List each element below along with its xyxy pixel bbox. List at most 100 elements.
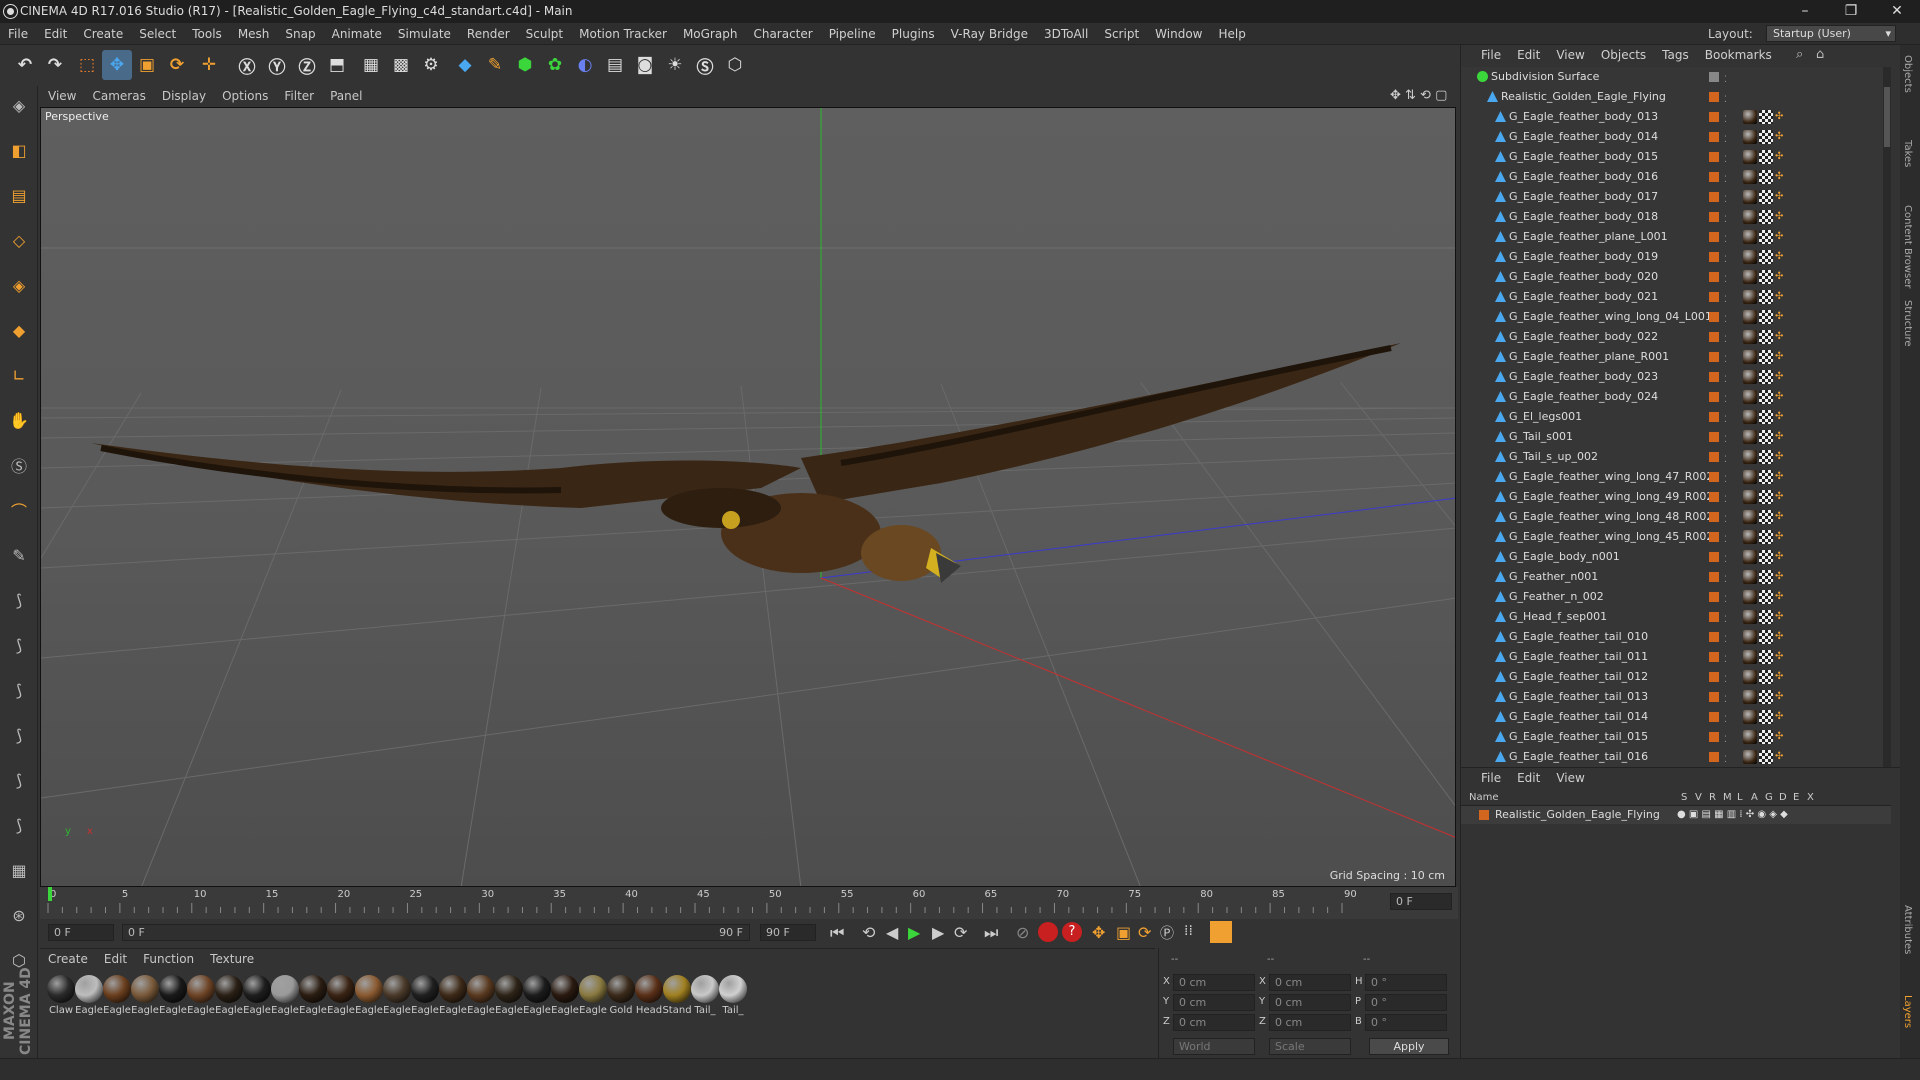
grid-lock-icon[interactable]: ▦ (4, 855, 34, 885)
layer-color-swatch[interactable] (1709, 352, 1719, 362)
layer-color-swatch[interactable] (1709, 572, 1719, 582)
menu-motion-tracker[interactable]: Motion Tracker (571, 23, 675, 45)
uvw-tag-icon[interactable] (1759, 550, 1773, 564)
viewport-menu-panel[interactable]: Panel (322, 86, 370, 106)
material-tag-icon[interactable] (1743, 110, 1757, 124)
cube-icon[interactable]: ◆ (450, 50, 480, 80)
material-menu-create[interactable]: Create (40, 949, 96, 969)
polygons-mode-icon[interactable]: ◆ (4, 315, 34, 345)
object-row[interactable]: G_Eagle_feather_wing_long_47_R002 ⁚ ✣ (1461, 467, 1881, 487)
selection-tag-icon[interactable]: ✣ (1775, 267, 1783, 287)
layer-color-swatch[interactable] (1709, 632, 1719, 642)
object-menu-tags[interactable]: Tags (1654, 45, 1697, 65)
object-row[interactable]: G_Eagle_body_n001 ⁚ ✣ (1461, 547, 1881, 567)
material-tag-icon[interactable] (1743, 410, 1757, 424)
play-icon[interactable]: ▶ (908, 923, 920, 942)
uvw-tag-icon[interactable] (1759, 670, 1773, 684)
object-row[interactable]: G_Eagle_feather_body_017 ⁚ ✣ (1461, 187, 1881, 207)
coord-value-field[interactable]: 0 ° (1365, 1014, 1447, 1031)
menu-plugins[interactable]: Plugins (884, 23, 943, 45)
edges-mode-icon[interactable]: ◈ (4, 270, 34, 300)
selection-tag-icon[interactable]: ✣ (1775, 127, 1783, 147)
scale-icon[interactable]: ▣ (132, 50, 162, 80)
points-mode-icon[interactable]: ◇ (4, 225, 34, 255)
menu-snap[interactable]: Snap (277, 23, 323, 45)
material-tag-icon[interactable] (1743, 650, 1757, 664)
layout-select[interactable]: Startup (User) ▾ (1766, 25, 1896, 42)
material-tag-icon[interactable] (1743, 610, 1757, 624)
coord-scale-select[interactable]: Scale (1269, 1038, 1351, 1055)
menu-3dtoall[interactable]: 3DToAll (1036, 23, 1096, 45)
selection-tag-icon[interactable]: ✣ (1775, 487, 1783, 507)
menu-v-ray-bridge[interactable]: V-Ray Bridge (943, 23, 1036, 45)
magnet-icon[interactable]: ⌒ (4, 495, 34, 525)
frame-range-slider[interactable]: 0 F 90 F (122, 924, 750, 941)
object-row[interactable]: G_Eagle_feather_body_016 ⁚ ✣ (1461, 167, 1881, 187)
material-menu-texture[interactable]: Texture (202, 949, 262, 969)
material-tag-icon[interactable] (1743, 570, 1757, 584)
selection-tag-icon[interactable]: ✣ (1775, 207, 1783, 227)
uvw-tag-icon[interactable] (1759, 250, 1773, 264)
uvw-tag-icon[interactable] (1759, 370, 1773, 384)
object-row[interactable]: G_Feather_n001 ⁚ ✣ (1461, 567, 1881, 587)
selection-tag-icon[interactable]: ✣ (1775, 387, 1783, 407)
layer-color-swatch[interactable] (1709, 752, 1719, 762)
object-row[interactable]: G_Eagle_feather_body_019 ⁚ ✣ (1461, 247, 1881, 267)
timeline-ruler[interactable]: 0 5 10 15 20 25 30 35 40 45 50 55 60 65 70 75 80 85 90 (40, 887, 1458, 919)
coord-value-field[interactable]: 0 ° (1365, 994, 1447, 1011)
menu-file[interactable]: File (0, 23, 36, 45)
material-tag-icon[interactable] (1743, 470, 1757, 484)
layer-color-swatch[interactable] (1709, 132, 1719, 142)
layer-color-swatch[interactable] (1709, 412, 1719, 422)
side-tab-structure[interactable]: Structure (1902, 300, 1913, 347)
layer-color-swatch[interactable] (1709, 232, 1719, 242)
layer-color-swatch[interactable] (1709, 72, 1719, 82)
coord-value-field[interactable]: 0 cm (1173, 1014, 1255, 1031)
material-tag-icon[interactable] (1743, 290, 1757, 304)
uvw-tag-icon[interactable] (1759, 410, 1773, 424)
material-tag-icon[interactable] (1743, 510, 1757, 524)
selection-tag-icon[interactable]: ✣ (1775, 307, 1783, 327)
uvw-tag-icon[interactable] (1759, 510, 1773, 524)
selection-tag-icon[interactable]: ✣ (1775, 347, 1783, 367)
uvw-tag-icon[interactable] (1759, 490, 1773, 504)
selection-tag-icon[interactable]: ✣ (1775, 327, 1783, 347)
layer-color-swatch[interactable] (1709, 432, 1719, 442)
selection-tag-icon[interactable]: ✣ (1775, 467, 1783, 487)
perspective-viewport[interactable]: Perspective Grid Spacing : 10 cm yx (40, 107, 1456, 887)
selection-tag-icon[interactable]: ✣ (1775, 247, 1783, 267)
viewport-menu-display[interactable]: Display (154, 86, 214, 106)
layer-color-swatch[interactable] (1709, 212, 1719, 222)
playhead[interactable] (48, 887, 52, 901)
key-pla-icon[interactable]: ⁞⁞ (1184, 923, 1193, 939)
object-row[interactable]: Realistic_Golden_Eagle_Flying ⁚ (1461, 87, 1881, 107)
z-axis-icon[interactable]: Ⓩ (292, 50, 322, 80)
material-tag-icon[interactable] (1743, 170, 1757, 184)
layer-menu-view[interactable]: View (1548, 768, 1592, 788)
material-swatch[interactable]: Eagle (494, 975, 524, 1016)
layer-color-swatch[interactable] (1709, 192, 1719, 202)
uvw-tag-icon[interactable] (1759, 610, 1773, 624)
material-tag-icon[interactable] (1743, 190, 1757, 204)
layer-color-swatch[interactable] (1709, 172, 1719, 182)
object-menu-view[interactable]: View (1548, 45, 1592, 65)
object-row[interactable]: G_Eagle_feather_body_023 ⁚ ✣ (1461, 367, 1881, 387)
move-icon[interactable]: ✥ (102, 50, 132, 80)
object-row[interactable]: G_Eagle_feather_wing_long_48_R002 ⁚ ✣ (1461, 507, 1881, 527)
selection-tag-icon[interactable]: ✣ (1775, 427, 1783, 447)
layer-color-swatch[interactable] (1709, 492, 1719, 502)
object-row[interactable]: G_Eagle_feather_wing_long_49_R002 ⁚ ✣ (1461, 487, 1881, 507)
minimize-button[interactable]: – (1782, 0, 1828, 23)
uvw-tag-icon[interactable] (1759, 630, 1773, 644)
sculpt-grab-icon[interactable]: ⟆ (4, 810, 34, 840)
key-position-icon[interactable]: ✥ (1092, 923, 1105, 942)
go-to-start-icon[interactable]: ⏮ (830, 923, 844, 943)
timeline-window-icon[interactable] (1210, 921, 1232, 943)
material-tag-icon[interactable] (1743, 630, 1757, 644)
object-row[interactable]: Subdivision Surface ⁚ (1461, 67, 1881, 87)
side-tab-content-browser[interactable]: Content Browser (1902, 205, 1913, 288)
visibility-dots-icon[interactable]: ⁚ (1724, 750, 1727, 767)
start-frame-field[interactable]: 0 F (48, 924, 114, 941)
selection-tag-icon[interactable]: ✣ (1775, 547, 1783, 567)
material-tag-icon[interactable] (1743, 450, 1757, 464)
